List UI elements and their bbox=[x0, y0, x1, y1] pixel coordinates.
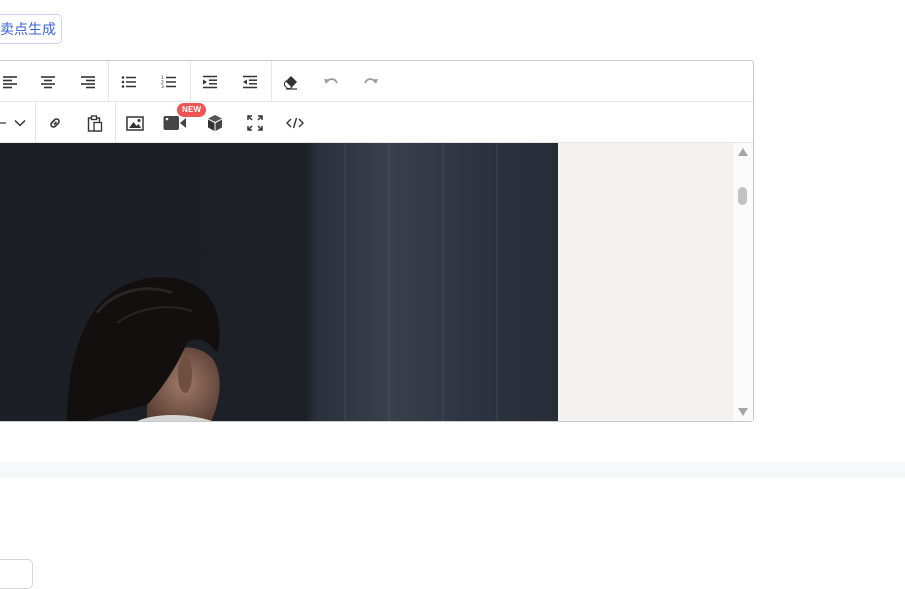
toolbar-separator bbox=[108, 61, 109, 101]
scroll-down-arrow-icon[interactable] bbox=[738, 408, 748, 416]
toolbar-separator bbox=[35, 102, 36, 142]
scrollbar-thumb[interactable] bbox=[738, 187, 747, 205]
align-left-icon[interactable] bbox=[0, 69, 23, 95]
align-center-icon[interactable] bbox=[35, 69, 61, 95]
bullet-list-icon[interactable] bbox=[116, 69, 142, 95]
link-icon[interactable] bbox=[42, 110, 68, 136]
outdent-icon[interactable] bbox=[237, 69, 263, 95]
editor-content-area[interactable] bbox=[0, 143, 733, 421]
eraser-icon[interactable] bbox=[278, 69, 304, 95]
rich-text-editor: 123 NEW bbox=[0, 60, 754, 422]
numbered-list-icon[interactable]: 123 bbox=[156, 69, 182, 95]
indent-icon[interactable] bbox=[197, 69, 223, 95]
box-3d-icon[interactable] bbox=[202, 110, 228, 136]
section-divider bbox=[0, 462, 905, 478]
toolbar-row-insert: NEW bbox=[0, 102, 753, 143]
undo-icon[interactable] bbox=[318, 69, 344, 95]
image-icon[interactable] bbox=[122, 110, 148, 136]
toolbar-separator bbox=[115, 102, 116, 142]
selling-point-generate-button[interactable]: 卖点生成 bbox=[0, 14, 62, 44]
redo-icon[interactable] bbox=[358, 69, 384, 95]
toolbar-separator bbox=[190, 61, 191, 101]
fullscreen-icon[interactable] bbox=[242, 110, 268, 136]
svg-text:3: 3 bbox=[161, 84, 164, 89]
align-right-icon[interactable] bbox=[75, 69, 101, 95]
toolbar-separator bbox=[271, 61, 272, 101]
editor-scrollbar[interactable] bbox=[733, 143, 753, 421]
toolbar-row-formatting: 123 bbox=[0, 61, 753, 102]
scroll-up-arrow-icon[interactable] bbox=[738, 148, 748, 156]
chevron-down-icon[interactable] bbox=[7, 110, 33, 136]
product-photo[interactable] bbox=[0, 143, 558, 421]
partial-input-box[interactable] bbox=[0, 559, 33, 589]
code-icon[interactable] bbox=[282, 110, 308, 136]
paste-icon[interactable] bbox=[82, 110, 108, 136]
